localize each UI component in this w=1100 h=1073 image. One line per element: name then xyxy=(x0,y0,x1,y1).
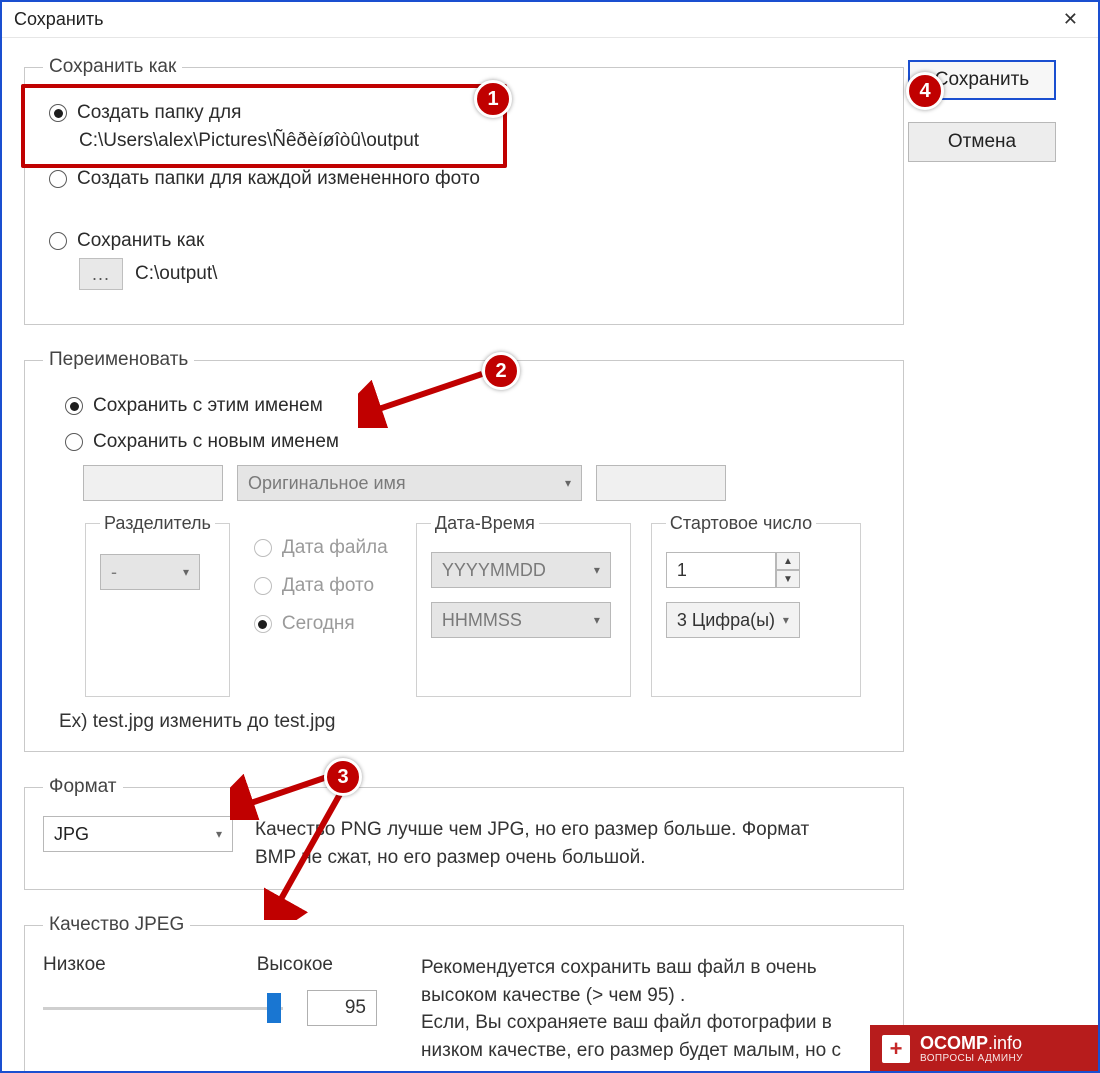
plus-icon: + xyxy=(882,1035,910,1063)
create-folder-path: C:\Users\alex\Pictures\Ñêðèíøîòû\output xyxy=(79,130,885,152)
radio-label: Дата файла xyxy=(282,537,388,559)
group-separator: Разделитель - ▾ xyxy=(85,513,230,697)
watermark: + OCOMP.info ВОПРОСЫ АДМИНУ xyxy=(870,1025,1100,1073)
chevron-down-icon: ▾ xyxy=(783,613,789,627)
chevron-down-icon: ▾ xyxy=(565,476,571,490)
spin-up-icon[interactable]: ▲ xyxy=(776,552,800,570)
group-jpeg-quality-legend: Качество JPEG xyxy=(43,914,190,936)
radio-date-photo[interactable]: Дата фото xyxy=(254,575,398,597)
annotation-highlight-1 xyxy=(21,84,507,168)
browse-button[interactable]: ... xyxy=(79,258,123,290)
format-dropdown[interactable]: JPG ▾ xyxy=(43,816,233,852)
radio-icon xyxy=(254,577,272,595)
radio-save-as-path[interactable]: Сохранить как xyxy=(49,230,885,252)
radio-icon xyxy=(49,104,67,122)
radio-date-file[interactable]: Дата файла xyxy=(254,537,398,559)
group-jpeg-quality: Качество JPEG Низкое Высокое xyxy=(24,914,904,1073)
chevron-down-icon: ▾ xyxy=(594,563,600,577)
radio-create-folder[interactable]: Создать папку для xyxy=(49,102,885,124)
format-note: Качество PNG лучше чем JPG, но его разме… xyxy=(255,816,815,871)
titlebar: Сохранить ✕ xyxy=(2,2,1098,38)
close-icon[interactable]: ✕ xyxy=(1055,5,1086,34)
suffix-input[interactable] xyxy=(596,465,726,501)
start-number-spinner[interactable]: 1 ▲ ▼ xyxy=(666,552,846,588)
group-rename-legend: Переименовать xyxy=(43,349,194,371)
group-save-as: Сохранить как Создать папку для C:\Users… xyxy=(24,56,904,325)
radio-label: Создать папки для каждой измененного фот… xyxy=(77,168,480,190)
quality-value[interactable]: 95 xyxy=(307,990,377,1026)
radio-label: Дата фото xyxy=(282,575,374,597)
spin-down-icon[interactable]: ▼ xyxy=(776,570,800,588)
group-format-legend: Формат xyxy=(43,776,123,798)
start-number-value: 1 xyxy=(666,552,776,588)
radio-icon xyxy=(65,433,83,451)
group-datetime: Дата-Время YYYYMMDD ▾ HHMMSS ▾ xyxy=(416,513,631,697)
time-format-dropdown[interactable]: HHMMSS ▾ xyxy=(431,602,611,638)
radio-icon xyxy=(254,539,272,557)
quality-high-label: Высокое xyxy=(257,954,333,976)
radio-new-name[interactable]: Сохранить с новым именем xyxy=(65,431,885,453)
digits-dropdown[interactable]: 3 Цифра(ы) ▾ xyxy=(666,602,800,638)
quality-low-label: Низкое xyxy=(43,954,106,976)
date-format-dropdown[interactable]: YYYYMMDD ▾ xyxy=(431,552,611,588)
radio-date-today[interactable]: Сегодня xyxy=(254,613,398,635)
radio-label: Сохранить с новым именем xyxy=(93,431,339,453)
radio-keep-name[interactable]: Сохранить с этим именем xyxy=(65,395,885,417)
group-separator-legend: Разделитель xyxy=(100,513,215,534)
group-save-as-legend: Сохранить как xyxy=(43,56,182,78)
radio-icon xyxy=(49,232,67,250)
quality-slider[interactable] xyxy=(43,999,283,1017)
window-title: Сохранить xyxy=(14,9,103,30)
save-as-path: C:\output\ xyxy=(135,263,217,285)
radio-label: Сохранить с этим именем xyxy=(93,395,323,417)
group-datetime-legend: Дата-Время xyxy=(431,513,539,534)
slider-thumb[interactable] xyxy=(267,993,281,1023)
jpeg-note: Рекомендуется сохранить ваш файл в очень… xyxy=(421,954,861,1073)
radio-label: Создать папку для xyxy=(77,102,241,124)
radio-icon xyxy=(49,170,67,188)
separator-dropdown[interactable]: - ▾ xyxy=(100,554,200,590)
radio-per-photo-folder[interactable]: Создать папки для каждой измененного фот… xyxy=(49,168,885,190)
radio-icon xyxy=(254,615,272,633)
group-start-number-legend: Стартовое число xyxy=(666,513,816,534)
rename-example: Ex) test.jpg изменить до test.jpg xyxy=(59,711,885,733)
prefix-input[interactable] xyxy=(83,465,223,501)
group-rename: Переименовать Сохранить с этим именем Со… xyxy=(24,349,904,752)
radio-icon xyxy=(65,397,83,415)
group-format: Формат JPG ▾ Качество PNG лучше чем JPG,… xyxy=(24,776,904,890)
cancel-button[interactable]: Отмена xyxy=(908,122,1056,162)
radio-label: Сохранить как xyxy=(77,230,204,252)
chevron-down-icon: ▾ xyxy=(183,565,189,579)
group-start-number: Стартовое число 1 ▲ ▼ 3 Цифра(ы) ▾ xyxy=(651,513,861,697)
chevron-down-icon: ▾ xyxy=(216,827,222,841)
save-button[interactable]: Сохранить xyxy=(908,60,1056,100)
chevron-down-icon: ▾ xyxy=(594,613,600,627)
radio-label: Сегодня xyxy=(282,613,355,635)
name-template-dropdown[interactable]: Оригинальное имя ▾ xyxy=(237,465,582,501)
action-buttons: Сохранить Отмена xyxy=(908,38,1078,162)
dialog-window: Сохранить ✕ Сохранить Отмена Сохранить к… xyxy=(0,0,1100,1073)
